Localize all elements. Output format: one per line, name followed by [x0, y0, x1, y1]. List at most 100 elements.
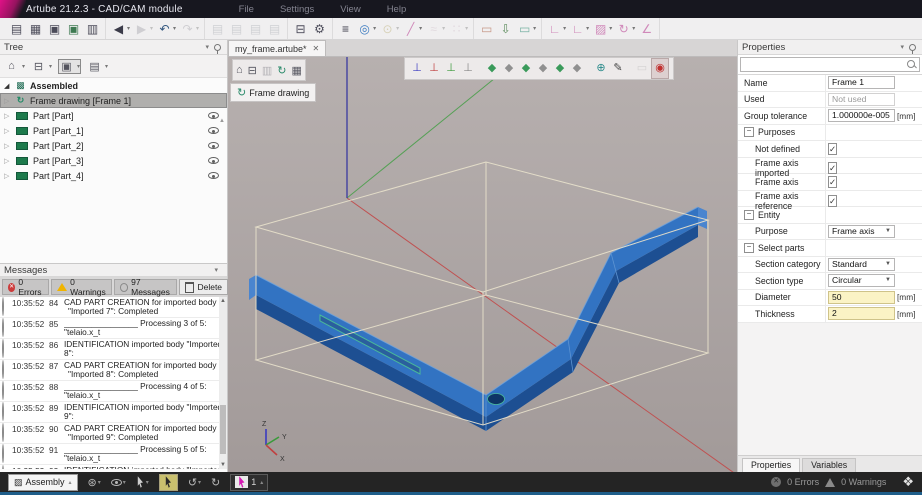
pick-filter-dropdown[interactable]: ▴ [260, 479, 263, 486]
corner-tool-button[interactable]: ∠ [637, 20, 656, 38]
checkbox-checked[interactable]: ✓ [828, 195, 837, 207]
navigate-back-dropdown[interactable]: ▾ [127, 25, 130, 32]
message-row[interactable]: 10:35:5292IDENTIFICATION imported body "… [0, 465, 227, 469]
collapse-icon[interactable]: − [744, 127, 754, 137]
message-row[interactable]: 10:35:5286IDENTIFICATION imported body "… [0, 339, 227, 360]
message-row[interactable]: 10:35:5285________________ Processing 3 … [0, 318, 227, 339]
close-icon[interactable]: ✕ [313, 44, 320, 53]
tree-display-dropdown[interactable]: ▾ [22, 63, 25, 70]
navigate-back-button[interactable]: ◀▾ [109, 20, 132, 38]
view-list-button[interactable]: ≡ [336, 20, 355, 38]
import-section-button[interactable]: ⇩ [496, 20, 515, 38]
undo-button[interactable]: ↶▾ [155, 20, 178, 38]
tree-menu-dropdown[interactable]: ▾ [205, 43, 209, 51]
property-value-select[interactable]: Frame axis▼ [828, 225, 895, 238]
visibility-eye-icon[interactable] [208, 112, 219, 119]
bend-tool-dropdown[interactable]: ▾ [563, 25, 566, 32]
save-as-button[interactable]: ▣ [64, 20, 83, 38]
property-value-select[interactable]: Circular▼ [828, 274, 895, 287]
axis-view-iso-button[interactable]: ⊥ [460, 59, 476, 78]
bend-tool-button[interactable]: ∟▾ [545, 20, 568, 38]
rotate-add-tool-dropdown[interactable]: ▾ [632, 25, 635, 32]
visibility-dropdown[interactable]: ▾ [123, 479, 126, 486]
menu-help[interactable]: Help [387, 4, 407, 15]
checkbox-checked[interactable]: ✓ [828, 176, 837, 188]
visibility-eye-icon[interactable] [208, 127, 219, 134]
select-mode-button[interactable]: ▾ [136, 476, 149, 488]
tree-film-dropdown[interactable]: ▾ [105, 63, 108, 70]
assembly-dropdown[interactable]: ▴ [69, 479, 72, 486]
property-value-input[interactable]: 2 [828, 307, 895, 320]
messages-tab-delete[interactable]: Delete [179, 279, 228, 295]
tree-row-part[interactable]: ▷Part [Part_2] [0, 138, 227, 153]
visibility-eye-icon[interactable] [208, 172, 219, 179]
tube-section-button[interactable]: ◎▾ [355, 20, 378, 38]
pin-icon[interactable] [909, 44, 916, 51]
new-document-button[interactable]: ▤ [7, 20, 26, 38]
message-row[interactable]: 10:35:5290CAD PART CREATION for imported… [0, 423, 227, 444]
tree-display-button[interactable]: ⌂▾ [4, 60, 25, 72]
expand-caret-icon[interactable]: ▷ [4, 142, 14, 150]
property-value-input[interactable]: Frame 1 [828, 76, 895, 89]
select-highlight-button[interactable] [159, 474, 178, 491]
iso-view-4-button[interactable]: ◆ [535, 59, 551, 78]
rotate-ccw-dropdown[interactable]: ▾ [198, 479, 201, 486]
tree-print-dropdown[interactable]: ▾ [49, 63, 52, 70]
deform-tool-button[interactable]: ▨▾ [591, 20, 614, 38]
menu-view[interactable]: View [340, 4, 360, 15]
bend-add-tool-dropdown[interactable]: ▾ [586, 25, 589, 32]
section-bar-button[interactable]: ▭ [477, 20, 496, 38]
properties-menu-dropdown[interactable]: ▾ [900, 43, 904, 51]
messages-tab-errors[interactable]: ✕0 Errors [2, 279, 49, 295]
scrollbar-thumb[interactable] [220, 405, 226, 453]
property-value-input[interactable]: 1.000000e-005 [828, 109, 895, 122]
collapse-icon[interactable]: − [744, 210, 754, 220]
tree-row-assembled[interactable]: ◢▩Assembled [0, 78, 227, 93]
measure-pen-button[interactable]: ✎ [610, 59, 626, 78]
dock-tab-properties[interactable]: Properties [742, 458, 800, 472]
scroll-up-icon[interactable]: ▲ [220, 298, 226, 304]
assembly-mode-button[interactable]: ▨ Assembly ▴ [8, 474, 78, 491]
lock-view-button[interactable]: ◉ [651, 58, 669, 79]
expand-caret-icon[interactable]: ▷ [4, 112, 14, 120]
tree-image-dropdown[interactable]: ▾ [77, 63, 80, 70]
select-mode-dropdown[interactable]: ▾ [146, 479, 149, 486]
tree-row-part[interactable]: ▷Part [Part_4] [0, 168, 227, 183]
expand-caret-icon[interactable]: ◢ [4, 82, 14, 90]
expand-caret-icon[interactable]: ▷ [4, 157, 14, 165]
3d-viewport[interactable]: Z Y X ⌂⊟▥↻▦ ↻ Frame drawing ⊥⊥⊥⊥◆◆◆◆◆◆⊕✎… [228, 57, 737, 472]
axis-view-front-button[interactable]: ⊥ [409, 59, 425, 78]
iso-view-1-button[interactable]: ◆ [484, 59, 500, 78]
message-row[interactable]: 10:35:5284CAD PART CREATION for imported… [0, 297, 227, 318]
undo-dropdown[interactable]: ▾ [173, 25, 176, 32]
property-value-select[interactable]: Standard▼ [828, 258, 895, 271]
center-view-button[interactable]: ⊕ [593, 59, 609, 78]
line-tool-button[interactable]: ╱▾ [401, 20, 424, 38]
expand-caret-icon[interactable]: ▷ [4, 127, 14, 135]
message-row[interactable]: 10:35:5288________________ Processing 4 … [0, 381, 227, 402]
message-row[interactable]: 10:35:5291________________ Processing 5 … [0, 444, 227, 465]
pick-filter-button[interactable]: 1 ▴ [230, 474, 268, 491]
vp-film-icon[interactable]: ▦ [292, 64, 302, 77]
vp-frame-icon[interactable]: ↻ [277, 64, 286, 77]
iso-view-3-button[interactable]: ◆ [518, 59, 534, 78]
tree-row-part[interactable]: ▷Part [Part_1] [0, 123, 227, 138]
iso-view-6-button[interactable]: ◆ [569, 59, 585, 78]
scroll-down-icon[interactable]: ▼ [220, 462, 226, 468]
properties-search-input[interactable] [740, 57, 920, 72]
tree-row-part[interactable]: ▷Part [Part] [0, 108, 227, 123]
machine-tool-button[interactable]: ⊟ [291, 20, 310, 38]
document-tab[interactable]: my_frame.artube* ✕ [228, 40, 326, 56]
visibility-button[interactable]: ▾ [111, 479, 126, 486]
line-tool-dropdown[interactable]: ▾ [419, 25, 422, 32]
tree-row-part[interactable]: ▷Part [Part_3] [0, 153, 227, 168]
message-row[interactable]: 10:35:5289IDENTIFICATION imported body "… [0, 402, 227, 423]
checkbox-checked[interactable]: ✓ [828, 143, 837, 155]
rotate-cw-button[interactable]: ↻ [211, 476, 220, 489]
messages-tab-messages[interactable]: 97 Messages [114, 279, 178, 295]
messages-tab-warnings[interactable]: 0 Warnings [51, 279, 112, 295]
frame-drawing-button[interactable]: ↻ Frame drawing [230, 83, 316, 102]
render-mode-dropdown[interactable]: ▾ [98, 479, 101, 486]
iso-view-5-button[interactable]: ◆ [552, 59, 568, 78]
rotate-ccw-button[interactable]: ↺ ▾ [188, 476, 201, 489]
